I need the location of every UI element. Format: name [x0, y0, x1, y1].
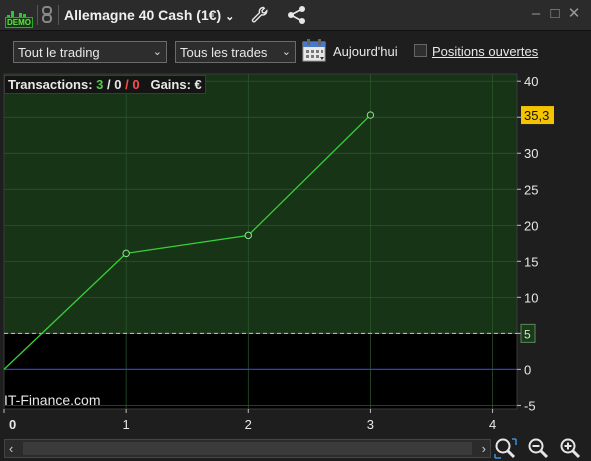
positions-checkbox[interactable]: [414, 44, 427, 57]
y-tick-label: 0: [524, 362, 531, 377]
positions-open-label[interactable]: Positions ouvertes: [432, 44, 538, 59]
neutral-count: 0: [114, 77, 122, 92]
trading-filter-select[interactable]: Tout le trading ⌄: [13, 41, 167, 63]
demo-badge-icon: DEMO: [4, 4, 34, 28]
equity-chart: 4035302520151050-50123435,35 Transaction…: [0, 72, 591, 436]
trades-filter-value: Tous les trades: [180, 45, 268, 60]
chevron-down-icon: ⌄: [281, 46, 291, 58]
scrollbar-thumb[interactable]: [23, 442, 472, 455]
zoom-fit-icon[interactable]: [494, 437, 518, 461]
minimize-icon[interactable]: –: [528, 6, 544, 22]
y-tick-label: 40: [524, 74, 538, 89]
trades-filter-select[interactable]: Tous les trades ⌄: [175, 41, 296, 63]
transactions-summary: Transactions: 3 / 0 / 0 Gains: €: [4, 75, 206, 94]
today-label[interactable]: Aujourd'hui: [333, 44, 398, 59]
gains-label: Gains:: [150, 77, 191, 92]
separator: /: [125, 77, 129, 92]
zoom-in-icon[interactable]: [559, 437, 583, 461]
x-tick-label: 3: [367, 417, 374, 432]
chart-canvas: 4035302520151050-50123435,35: [3, 73, 554, 432]
y-tick-label: -5: [524, 398, 536, 413]
y-tick-label: 15: [524, 254, 538, 269]
wrench-icon[interactable]: [251, 6, 269, 24]
instrument-selector[interactable]: Allemagne 40 Cash (1€) ⌄: [64, 7, 234, 23]
title-bar: DEMO Allemagne 40 Cash (1€) ⌄ – □ ✕: [0, 0, 591, 31]
data-point: [366, 111, 375, 119]
x-tick-label: 4: [489, 417, 496, 432]
data-point: [122, 249, 130, 258]
y-tick-label: 20: [524, 218, 538, 233]
chevron-down-icon: ⌄: [225, 11, 235, 23]
y-tick-label: 25: [524, 182, 538, 197]
demo-label: DEMO: [5, 17, 33, 28]
share-icon[interactable]: [286, 5, 308, 25]
calendar-icon[interactable]: [302, 38, 328, 64]
scroll-right-icon[interactable]: ›: [482, 441, 486, 456]
x-tick-label: 0: [9, 417, 16, 432]
watermark: IT-Finance.com: [4, 392, 101, 408]
trading-filter-value: Tout le trading: [18, 45, 100, 60]
profit-zone: [4, 74, 517, 334]
chevron-down-icon: ⌄: [152, 46, 162, 58]
horizontal-scrollbar[interactable]: ‹ ›: [4, 439, 491, 458]
last-value-label: 35,3: [524, 108, 549, 123]
losing-count: 0: [132, 77, 140, 92]
link-icon[interactable]: [40, 6, 54, 24]
instrument-name: Allemagne 40 Cash (1€): [64, 7, 222, 23]
transactions-label: Transactions:: [8, 77, 93, 92]
zoom-out-icon[interactable]: [527, 437, 551, 461]
y-tick-label: 30: [524, 146, 538, 161]
close-icon[interactable]: ✕: [566, 6, 582, 22]
y-tick-label: 10: [524, 290, 538, 305]
divider: [58, 5, 59, 25]
restore-icon[interactable]: □: [547, 6, 563, 22]
filter-toolbar: Tout le trading ⌄ Tous les trades ⌄ Aujo…: [0, 32, 591, 72]
separator: /: [107, 77, 111, 92]
threshold-label: 5: [524, 327, 531, 341]
scroll-left-icon[interactable]: ‹: [9, 441, 13, 456]
x-tick-label: 1: [123, 417, 130, 432]
currency-symbol: €: [194, 77, 202, 92]
winning-count: 3: [96, 77, 104, 92]
divider: [37, 5, 38, 25]
x-tick-label: 2: [245, 417, 252, 432]
data-point: [244, 231, 252, 240]
